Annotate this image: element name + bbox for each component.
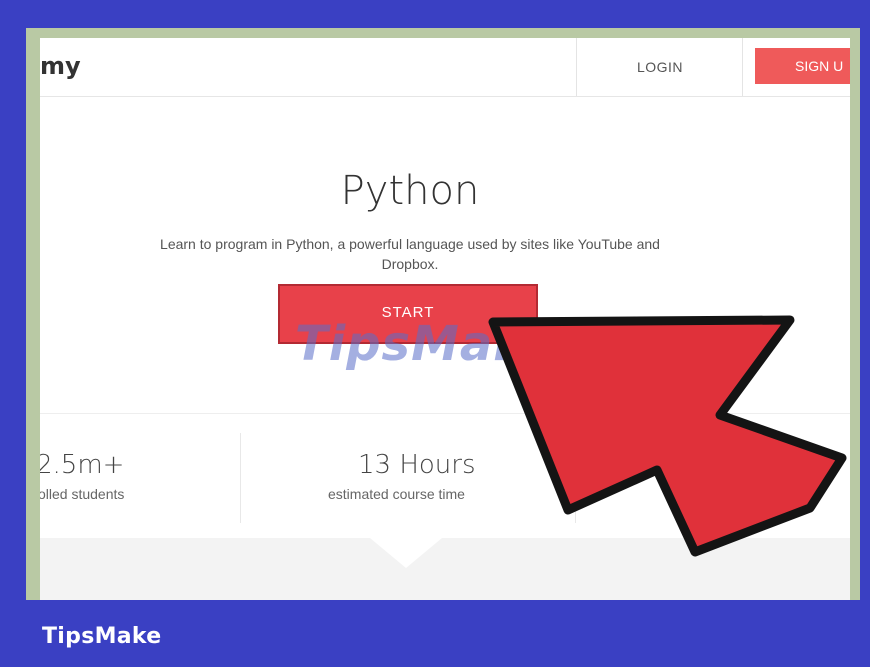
section-notch (370, 538, 442, 568)
section-band (40, 538, 850, 600)
stat-students-label: olled students (40, 486, 125, 502)
webpage-screenshot: my LOGIN SIGN U Python Learn to program … (40, 38, 850, 600)
stat-divider (575, 433, 576, 523)
stats-divider (40, 413, 850, 414)
course-description: Learn to program in Python, a powerful l… (160, 236, 660, 272)
nav-divider (742, 38, 743, 96)
signup-button[interactable]: SIGN U (755, 48, 850, 84)
watermark-suffix: .com (558, 349, 595, 363)
site-logo[interactable]: my (40, 52, 81, 80)
course-title: Python (340, 168, 480, 214)
watermark: TipsMake.com (295, 316, 594, 372)
nav-divider (576, 38, 577, 96)
watermark-text: TipsMake (295, 316, 559, 372)
stat-level-label: ed technical s (700, 486, 786, 502)
footer-brand: TipsMake (42, 624, 162, 649)
stat-hours-label: estimated course time (328, 486, 465, 502)
login-button[interactable]: LOGIN (580, 38, 740, 96)
stat-hours-value: 13 Hours (358, 450, 476, 480)
stat-divider (240, 433, 241, 523)
stat-students-value: 2.5m+ (40, 450, 125, 480)
top-navigation: my LOGIN SIGN U (40, 38, 850, 97)
stat-level-value: Begi (692, 450, 748, 480)
